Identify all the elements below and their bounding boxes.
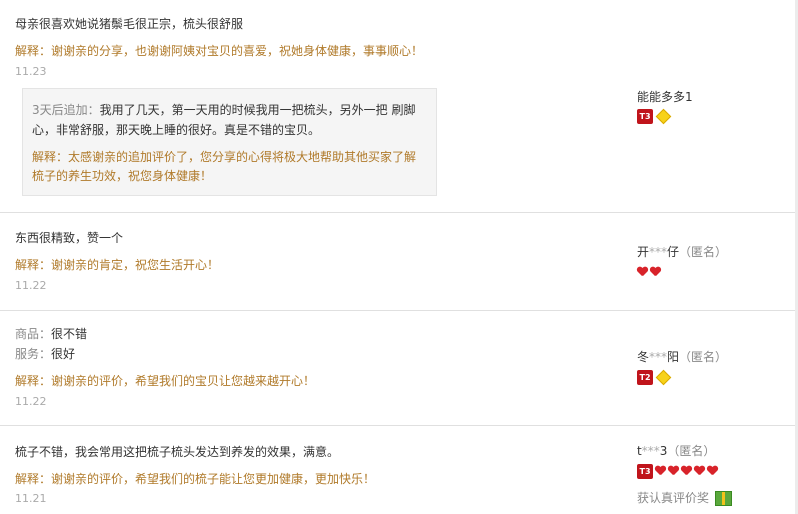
level-icon: T3 (637, 108, 653, 124)
service-value: 很好 (51, 347, 76, 361)
divider (0, 212, 798, 213)
divider (0, 425, 798, 426)
review-date: 11.21 (15, 492, 47, 505)
followup-text: 我用了几天，第一天用的时候我用一把梳头，另外一把 刷脚 (99, 103, 416, 117)
reviewer-badges: T2 (637, 369, 672, 385)
red-heart-icon (668, 466, 679, 476)
reviewer-name[interactable]: 开***仔（匿名） (637, 243, 727, 261)
reviewer-name-end[interactable]: 阳 (667, 350, 679, 364)
reviewer-badges: T3 (637, 463, 718, 479)
anonymous-label: （匿名） (667, 444, 716, 458)
goods-rating: 商品：很不错 (15, 325, 87, 343)
reviewer-name-end[interactable]: 仔 (667, 245, 679, 259)
reviewer-name[interactable]: 能能多多1 (637, 88, 693, 106)
seller-explanation: 解释：谢谢亲的评价，希望我们的宝贝让您越来越开心！ (15, 374, 316, 388)
red-heart-icon (681, 466, 692, 476)
anonymous-label: （匿名） (679, 350, 728, 364)
level-icon: T2 (637, 369, 653, 385)
review-content: 母亲很喜欢她说猪鬃毛很正宗，梳头很舒服 (15, 17, 244, 31)
divider (0, 310, 798, 311)
reviewer-badges (637, 264, 661, 280)
reviewer-name-mask: *** (649, 350, 668, 364)
review-date: 11.22 (15, 279, 47, 292)
seller-explanation: 解释：谢谢亲的分享，也谢谢阿姨对宝贝的喜爱，祝她身体健康，事事顺心！ (15, 44, 424, 58)
reviewer-name-mask: *** (641, 444, 660, 458)
reviewer-name[interactable]: t***3（匿名） (637, 442, 715, 460)
review-content: 梳子不错，我会常用这把梳子梳头发达到养发的效果，满意。 (15, 445, 340, 459)
followup-explanation: 梳子的养生功效，祝您身体健康！ (32, 169, 213, 183)
red-heart-icon (707, 466, 718, 476)
service-rating: 服务：很好 (15, 345, 75, 363)
review-date: 11.23 (15, 65, 47, 78)
followup-text: 心，非常舒服，那天晚上睡的很好。真是不错的宝贝。 (32, 123, 321, 137)
goods-value: 很不错 (51, 327, 88, 341)
followup-review: 3天后追加：我用了几天，第一天用的时候我用一把梳头，另外一把 刷脚 心，非常舒服… (22, 88, 437, 196)
reward-label: 获认真评价奖 (637, 491, 710, 505)
yellow-diamond-icon (655, 369, 672, 385)
seller-explanation: 解释：谢谢亲的肯定，祝您生活开心！ (15, 258, 220, 272)
review-content: 东西很精致，赞一个 (15, 231, 124, 245)
level-icon: T3 (637, 463, 653, 479)
reviewer-name-text[interactable]: 能能多多1 (637, 90, 693, 104)
service-label: 服务： (15, 347, 52, 361)
reviewer-name-start[interactable]: 开 (637, 245, 649, 259)
reviewer-name[interactable]: 冬***阳（匿名） (637, 348, 727, 366)
red-heart-icon (637, 267, 648, 277)
seller-explanation: 解释：谢谢亲的评价，希望我们的梳子能让您更加健康，更加快乐！ (15, 472, 376, 486)
reviewer-name-start[interactable]: 冬 (637, 350, 649, 364)
reviewer-badges: T3 (637, 108, 672, 124)
gift-icon (715, 490, 733, 506)
review-date: 11.22 (15, 395, 47, 408)
red-heart-icon (694, 466, 705, 476)
red-heart-icon (655, 466, 666, 476)
reviewer-name-mask: *** (649, 245, 668, 259)
red-heart-icon (650, 267, 661, 277)
reward-badge: 获认真评价奖 (637, 489, 733, 507)
anonymous-label: （匿名） (679, 245, 728, 259)
yellow-diamond-icon (655, 108, 672, 124)
goods-label: 商品： (15, 327, 52, 341)
followup-label: 3天后追加： (32, 103, 100, 117)
